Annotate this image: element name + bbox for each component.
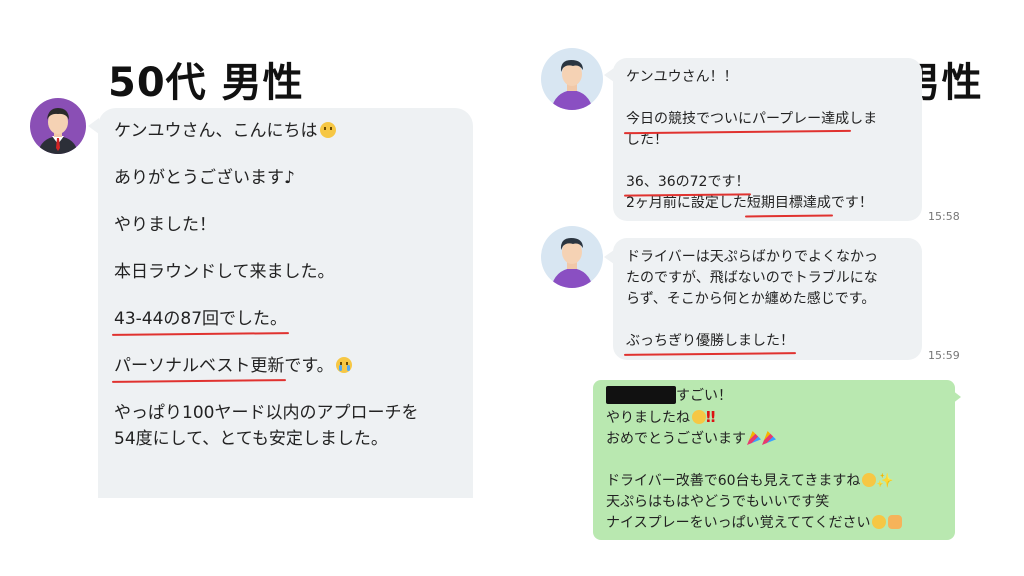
left-heading: 50代 男性 bbox=[108, 60, 304, 106]
text: すごい！ bbox=[676, 388, 732, 404]
text: です！ bbox=[830, 195, 873, 211]
msg-line: ぶっちぎり優勝しました！ bbox=[626, 331, 878, 352]
businessman-avatar-icon bbox=[30, 98, 86, 154]
right-message-1-text: ケンユウさん！！ 今日の競技でついにパープレー達成しま した！ 36、36の72… bbox=[626, 67, 877, 214]
wink-emoji-icon bbox=[692, 410, 706, 424]
timestamp: 15:58 bbox=[928, 210, 960, 223]
msg-line: ありがとうございます♪ bbox=[114, 168, 295, 188]
underlined-text: 36、36の72です！ bbox=[626, 172, 749, 193]
man-avatar-icon bbox=[541, 48, 603, 110]
msg-line: ケンユウさん！！ bbox=[626, 69, 738, 85]
msg-line: 本日ラウンドして来ました。 bbox=[114, 262, 335, 282]
bubble-tail bbox=[604, 68, 614, 82]
text: やりましたね bbox=[606, 410, 690, 426]
redacted-name bbox=[606, 386, 676, 404]
crying-emoji-icon bbox=[335, 357, 352, 373]
left-message-text: ケンユウさん、こんにちは ありがとうございます♪ やりました！ 本日ラウンドして… bbox=[114, 118, 418, 452]
msg-line: 天ぷらはもはやどうでもいいです笑 bbox=[606, 494, 830, 510]
text: ドライバー改善で60台も見えてきますね bbox=[606, 473, 861, 489]
left-bubble-tail bbox=[88, 118, 99, 134]
msg-line: 54度にして、とても安定しました。 bbox=[114, 429, 388, 449]
underlined-text: 短期目標達成 bbox=[747, 193, 831, 214]
bubble-tail bbox=[952, 390, 961, 404]
bubble-tail bbox=[604, 250, 614, 264]
reply-message-text: すごい！ やりましたね ‼ おめでとうございます ドライバー改善で60台も見えてき… bbox=[606, 386, 903, 534]
msg-line: 36、36の72です！ bbox=[626, 172, 877, 193]
msg-line: やりましたね ‼ bbox=[606, 407, 902, 429]
text: ナイスプレーをいっぱい覚えててください bbox=[606, 515, 871, 531]
msg-line: ケンユウさん、こんにちは bbox=[114, 118, 418, 144]
underlined-text: 今日の競技でついにパープレー達成 bbox=[626, 109, 849, 130]
underlined-text: パーソナルベスト更新 bbox=[114, 353, 284, 379]
smile-emoji-icon bbox=[319, 122, 336, 138]
text: ケンユウさん、こんにちは bbox=[114, 121, 318, 141]
underlined-text: 43-44の87回でした。 bbox=[114, 306, 287, 332]
msg-line: ドライバーは天ぷらばかりでよくなかっ bbox=[626, 249, 878, 265]
msg-line: おめでとうございます bbox=[606, 429, 902, 450]
grin-emoji-icon bbox=[862, 473, 877, 487]
timestamp: 15:59 bbox=[928, 349, 960, 362]
msg-line: らず、そこから何とか纏めた感じです。 bbox=[626, 291, 876, 307]
sparkle-icon: ✨ bbox=[876, 473, 894, 489]
party-popper-icon bbox=[747, 431, 761, 445]
text: 2ヶ月前に設定した bbox=[626, 195, 747, 211]
msg-line: ナイスプレーをいっぱい覚えててください bbox=[606, 513, 903, 534]
underlined-text: ぶっちぎり優勝しました！ bbox=[626, 331, 794, 352]
party-popper-icon bbox=[762, 431, 776, 445]
right-message-2-text: ドライバーは天ぷらばかりでよくなかっ たのですが、飛ばないのでトラブルにな らず… bbox=[626, 247, 878, 352]
text: おめでとうございます bbox=[606, 431, 746, 447]
text: しま bbox=[849, 111, 878, 127]
msg-line: ドライバー改善で60台も見えてきますね ✨ bbox=[606, 471, 902, 492]
msg-line: やっぱり100ヤード以内のアプローチを bbox=[114, 403, 419, 423]
grin-emoji-icon bbox=[872, 515, 887, 529]
text: です。 bbox=[284, 356, 334, 376]
msg-line: 43-44の87回でした。 bbox=[114, 306, 418, 332]
msg-line: たのですが、飛ばないのでトラブルにな bbox=[626, 270, 878, 286]
fist-icon bbox=[888, 515, 903, 529]
double-exclamation: ‼ bbox=[706, 408, 716, 426]
msg-line: 今日の競技でついにパープレー達成しま bbox=[626, 109, 877, 130]
msg-line: すごい！ bbox=[606, 386, 902, 407]
msg-line: パーソナルベスト更新です。 bbox=[114, 353, 418, 379]
man-avatar-icon bbox=[541, 226, 603, 288]
msg-line: やりました！ bbox=[114, 215, 216, 235]
